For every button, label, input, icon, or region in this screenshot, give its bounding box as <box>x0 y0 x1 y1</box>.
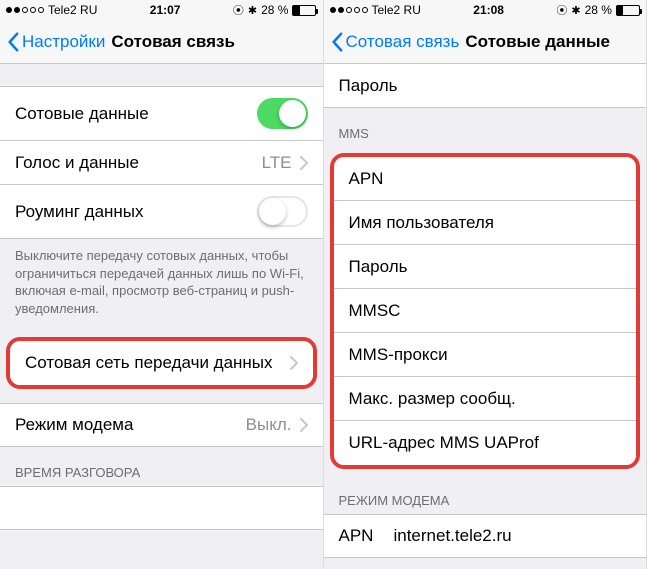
status-bar: Tele2 RU 21:07 ⦿ ✱ 28 % <box>0 0 323 20</box>
data-roaming-toggle[interactable] <box>257 196 308 227</box>
cell-label: Сотовая сеть передачи данных <box>25 353 290 373</box>
cell-label: Имя пользователя <box>349 213 622 233</box>
highlight-cellular-network: Сотовая сеть передачи данных <box>6 337 317 389</box>
cell-label: Пароль <box>339 76 632 96</box>
nav-bar: Сотовая связь Сотовые данные <box>324 20 647 64</box>
row-mms-apn[interactable]: APN <box>334 157 637 201</box>
battery-percent: 28 % <box>261 3 288 17</box>
section-header-talk-time: ВРЕМЯ РАЗГОВОРА <box>0 447 323 486</box>
cell-label: APN <box>349 169 622 189</box>
row-data-roaming[interactable]: Роуминг данных <box>0 185 323 239</box>
row-cellular-network[interactable]: Сотовая сеть передачи данных <box>10 341 313 385</box>
row-talk-time[interactable] <box>0 486 323 530</box>
nav-bar: Настройки Сотовая связь <box>0 20 323 64</box>
highlight-mms-group: APN Имя пользователя Пароль MMSC MMS-про… <box>330 153 641 469</box>
section-header-mms: MMS <box>324 108 647 147</box>
cellular-data-toggle[interactable] <box>257 98 308 129</box>
cell-label: Сотовые данные <box>15 104 257 124</box>
chevron-right-icon <box>300 156 308 170</box>
nav-title: Сотовая связь <box>111 32 235 52</box>
chevron-right-icon <box>300 418 308 432</box>
cell-value: LTE <box>262 153 292 173</box>
status-time: 21:08 <box>473 3 504 17</box>
nav-back-label: Настройки <box>22 32 105 52</box>
phone-right: Tele2 RU 21:08 ⦿ ✱ 28 % Сотовая связь Со… <box>324 0 647 569</box>
phone-left: Tele2 RU 21:07 ⦿ ✱ 28 % Настройки Сотова… <box>0 0 324 569</box>
content[interactable]: Пароль MMS APN Имя пользователя Пароль M… <box>324 64 647 569</box>
row-modem-apn[interactable]: APN internet.tele2.ru <box>324 514 647 558</box>
status-time: 21:07 <box>150 3 181 17</box>
carrier-label: Tele2 RU <box>372 3 421 17</box>
row-mms-password[interactable]: Пароль <box>334 245 637 289</box>
bluetooth-icon: ✱ <box>248 4 257 17</box>
row-mms-proxy[interactable]: MMS-прокси <box>334 333 637 377</box>
section-footer: Выключите передачу сотовых данных, чтобы… <box>0 239 323 331</box>
nav-back-button[interactable]: Сотовая связь <box>330 32 460 52</box>
cell-label: Пароль <box>349 257 622 277</box>
cell-value: Выкл. <box>246 415 292 435</box>
cell-label: Режим модема <box>15 415 246 435</box>
nav-title: Сотовые данные <box>465 32 610 52</box>
cell-label: URL-адрес MMS UAProf <box>349 433 622 453</box>
location-icon: ⦿ <box>556 2 567 18</box>
bluetooth-icon: ✱ <box>571 4 580 17</box>
row-voice-and-data[interactable]: Голос и данные LTE <box>0 141 323 185</box>
carrier-label: Tele2 RU <box>48 3 97 17</box>
nav-back-label: Сотовая связь <box>346 32 460 52</box>
battery-icon <box>616 5 640 16</box>
battery-percent: 28 % <box>585 3 612 17</box>
row-password[interactable]: Пароль <box>324 64 647 108</box>
row-mms-max-size[interactable]: Макс. размер сообщ. <box>334 377 637 421</box>
cell-label: MMSC <box>349 301 622 321</box>
section-header-modem: РЕЖИМ МОДЕМА <box>324 475 647 514</box>
cell-label: Голос и данные <box>15 153 262 173</box>
cell-label: APN <box>339 526 374 546</box>
row-mms-mmsc[interactable]: MMSC <box>334 289 637 333</box>
signal-dots-icon <box>6 7 44 13</box>
content[interactable]: Сотовые данные Голос и данные LTE Роумин… <box>0 64 323 569</box>
signal-dots-icon <box>330 7 368 13</box>
row-personal-hotspot[interactable]: Режим модема Выкл. <box>0 403 323 447</box>
row-mms-uaprof[interactable]: URL-адрес MMS UAProf <box>334 421 637 465</box>
nav-back-button[interactable]: Настройки <box>6 32 105 52</box>
cell-label: MMS-прокси <box>349 345 622 365</box>
battery-icon <box>292 5 316 16</box>
cell-label: Роуминг данных <box>15 202 257 222</box>
chevron-right-icon <box>290 356 298 370</box>
cell-value: internet.tele2.ru <box>393 526 511 546</box>
cell-label: Макс. размер сообщ. <box>349 389 622 409</box>
location-icon: ⦿ <box>233 2 244 18</box>
chevron-left-icon <box>6 32 20 52</box>
row-cellular-data[interactable]: Сотовые данные <box>0 86 323 141</box>
status-bar: Tele2 RU 21:08 ⦿ ✱ 28 % <box>324 0 647 20</box>
row-mms-username[interactable]: Имя пользователя <box>334 201 637 245</box>
chevron-left-icon <box>330 32 344 52</box>
